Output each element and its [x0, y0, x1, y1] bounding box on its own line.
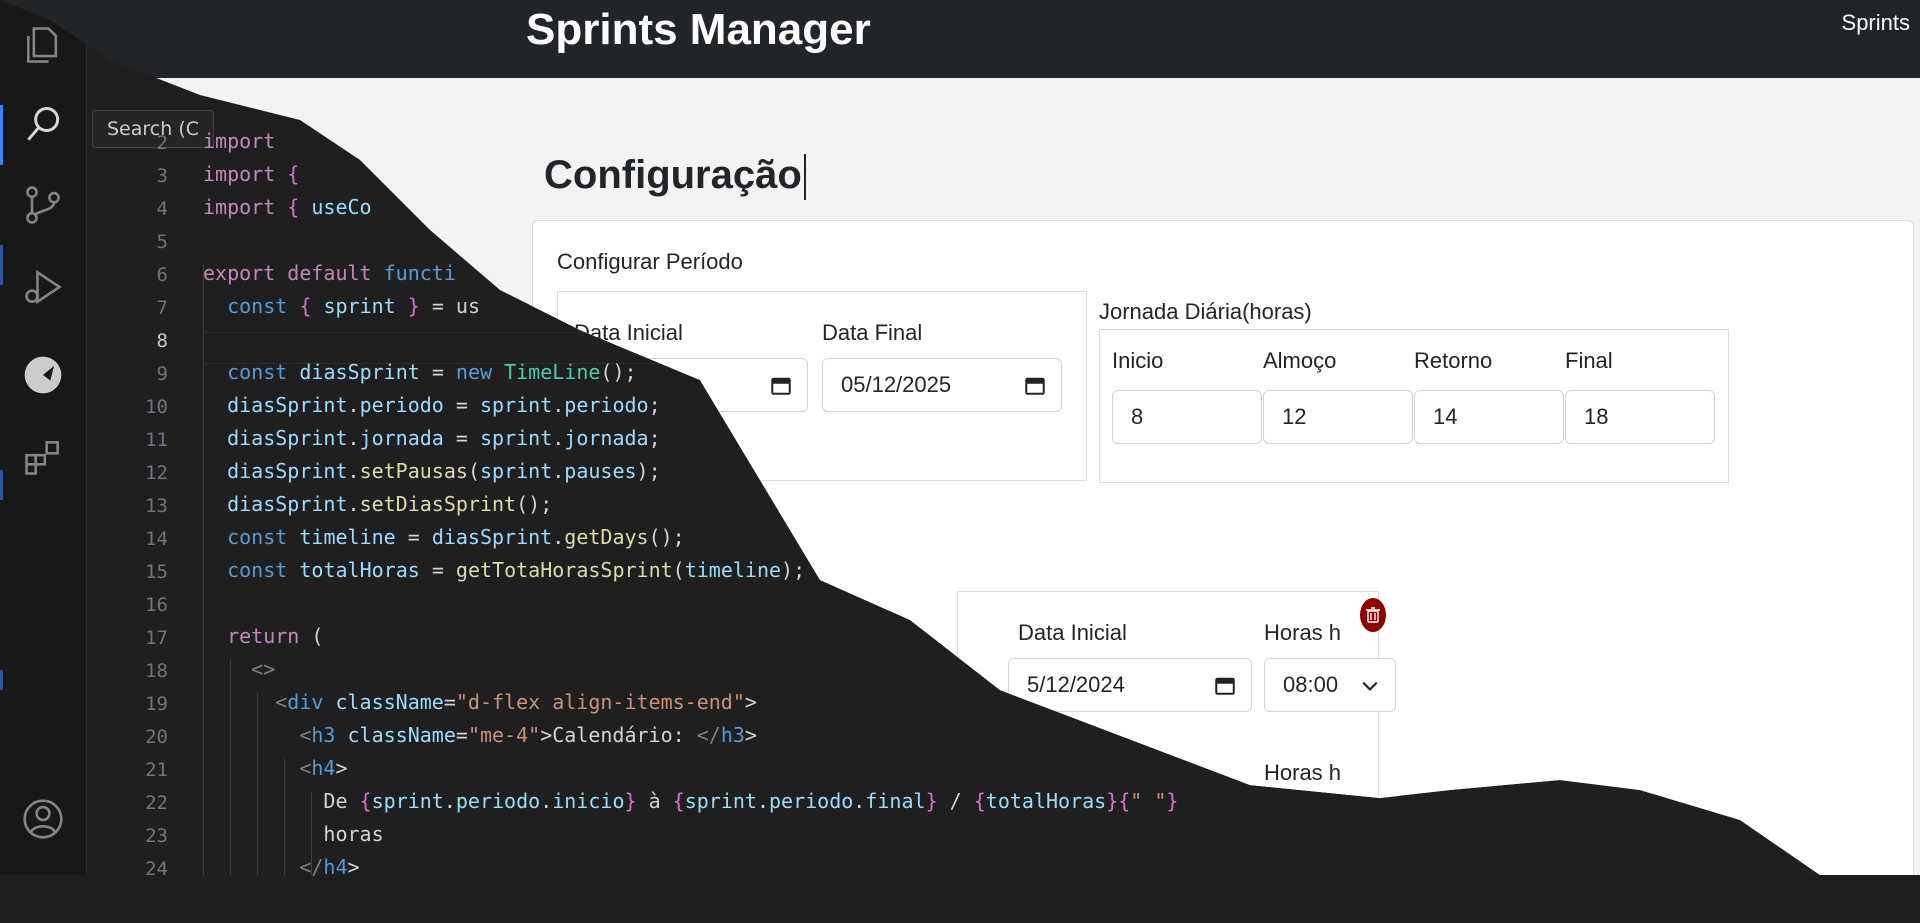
line-number: 14 [145, 528, 168, 550]
final-input[interactable]: 18 [1565, 390, 1715, 444]
line-number: 18 [145, 660, 168, 682]
extensions-icon[interactable] [18, 432, 68, 482]
explorer-icon[interactable] [18, 20, 68, 70]
line-number: 8 [156, 330, 168, 352]
pausa-data-inicial-value: 5/12/2024 [1027, 672, 1125, 697]
line-number: 7 [156, 297, 168, 319]
text-caret [803, 154, 806, 201]
delete-pausa-button[interactable] [1360, 598, 1386, 632]
line-number: 17 [145, 627, 168, 649]
scm-marker [0, 470, 3, 500]
code-line[interactable]: diasSprint.jornada = sprint.jornada; [203, 422, 661, 455]
code-line[interactable]: const totalHoras = getTotaHorasSprint(ti… [203, 554, 805, 587]
line-number: 6 [156, 264, 168, 286]
chevron-down-icon [1362, 681, 1378, 691]
search-icon[interactable] [18, 100, 68, 150]
line-number: 10 [145, 396, 168, 418]
data-final-value: 05/12/2025 [841, 372, 952, 397]
calendar-icon[interactable] [1215, 675, 1235, 695]
line-number: 19 [145, 693, 168, 715]
almoco-label: Almoço [1263, 348, 1337, 373]
page-title: Configuração [544, 153, 806, 201]
jornada-group: Inicio Almoço Retorno Final 8 12 14 18 [1099, 329, 1729, 483]
line-number: 20 [145, 726, 168, 748]
code-line[interactable]: import [203, 125, 275, 158]
retorno-label: Retorno [1414, 348, 1493, 373]
code-line[interactable]: diasSprint.setPausas(sprint.pauses); [203, 455, 661, 488]
line-number: 2 [156, 132, 168, 154]
inicio-input[interactable]: 8 [1112, 390, 1262, 444]
code-line[interactable]: const diasSprint = new TimeLine(); [203, 356, 636, 389]
line-number: 11 [145, 429, 168, 451]
line-number: 13 [145, 495, 168, 517]
activity-bar [0, 0, 87, 875]
line-number: 16 [145, 594, 168, 616]
calendar-icon[interactable] [1025, 375, 1045, 395]
almoco-input[interactable]: 12 [1263, 390, 1413, 444]
data-final-input[interactable]: 05/12/2025 [822, 358, 1062, 412]
scm-marker [0, 245, 3, 285]
trash-icon [1366, 607, 1380, 623]
pausa-data-inicial-input[interactable]: 5/12/2024 [1008, 658, 1252, 712]
line-number: 24 [145, 858, 168, 880]
calendar-icon[interactable] [771, 375, 791, 395]
code-line[interactable]: export default functi [203, 257, 456, 290]
line-number: 22 [145, 792, 168, 814]
page-title-text: Configuração [544, 153, 802, 197]
code-line[interactable]: <> [203, 653, 275, 686]
code-line[interactable]: return ( [203, 620, 323, 653]
line-number: 21 [145, 759, 168, 781]
code-line[interactable]: De {sprint.periodo.inicio} à {sprint.per… [203, 785, 1178, 818]
line-number: 9 [156, 363, 168, 385]
final-label: Final [1565, 348, 1613, 373]
pausa-horas-label: Horas h [1264, 620, 1342, 645]
jornada-title: Jornada Diária(horas) [1099, 299, 1312, 324]
scm-marker [0, 670, 3, 690]
navbar: Sprints Manager Sprints [0, 0, 1920, 78]
code-line[interactable]: <h4> [203, 752, 347, 785]
code-line[interactable]: diasSprint.setDiasSprint(); [203, 488, 552, 521]
nav-link-sprints[interactable]: Sprints [1842, 10, 1910, 36]
code-line[interactable]: import { [203, 158, 299, 191]
pausa-horas-label-2: Horas h [1264, 760, 1342, 785]
code-line[interactable]: const timeline = diasSprint.getDays(); [203, 521, 685, 554]
pausa-data-inicial-label: Data Inicial [1018, 620, 1127, 645]
code-line[interactable]: <div className="d-flex align-items-end"> [203, 686, 757, 719]
code-line[interactable]: const { sprint } = us [203, 290, 480, 323]
code-line[interactable]: diasSprint.periodo = sprint.periodo; [203, 389, 661, 422]
code-line[interactable]: <h3 className="me-4">Calendário: </h3> [203, 719, 757, 752]
inicio-label: Inicio [1112, 348, 1164, 373]
active-view-marker [0, 105, 3, 165]
remote-explorer-icon[interactable] [18, 350, 68, 400]
account-icon[interactable] [18, 794, 68, 844]
card-title: Configurar Período [557, 249, 743, 274]
code-line[interactable]: </h4> [203, 851, 359, 884]
line-number: 23 [145, 825, 168, 847]
pausa-horas-select[interactable]: 08:00 [1264, 658, 1396, 712]
app-title[interactable]: Sprints Manager [526, 0, 871, 60]
line-number: 4 [156, 198, 168, 220]
retorno-input[interactable]: 14 [1414, 390, 1564, 444]
pausa-horas-value: 08:00 [1283, 672, 1339, 697]
data-final-label: Data Final [822, 320, 923, 345]
line-number: 15 [145, 561, 168, 583]
run-debug-icon[interactable] [18, 262, 68, 312]
code-line[interactable]: horas [203, 818, 383, 851]
code-line[interactable]: import { useCo [203, 191, 372, 224]
line-number: 12 [145, 462, 168, 484]
line-number: 5 [156, 231, 168, 253]
line-number: 3 [156, 165, 168, 187]
source-control-icon[interactable] [18, 180, 68, 230]
